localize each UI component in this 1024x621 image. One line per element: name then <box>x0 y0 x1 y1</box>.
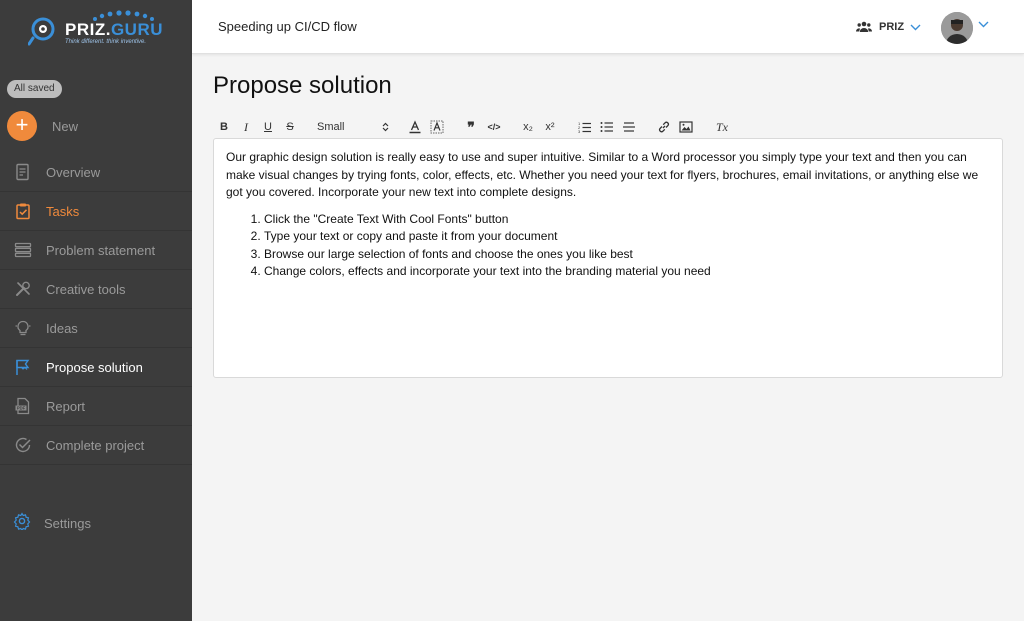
sidebar-item-label: Propose solution <box>46 359 143 375</box>
code-button[interactable]: </> <box>485 117 503 137</box>
sidebar-item-label: Problem statement <box>46 242 156 258</box>
align-center-icon <box>623 122 635 132</box>
svg-text:3: 3 <box>578 129 581 133</box>
lightbulb-icon <box>13 318 33 338</box>
users-icon <box>856 21 872 32</box>
blockquote-button[interactable]: ❞ <box>463 117 479 137</box>
saved-status-badge: All saved <box>7 80 62 98</box>
clipboard-icon <box>13 201 33 221</box>
sidebar-item-propose-solution[interactable]: Propose solution <box>0 348 192 387</box>
sidebar-item-label: Overview <box>46 164 101 180</box>
subscript-button[interactable]: x₂ <box>519 117 537 137</box>
italic-button[interactable]: I <box>239 117 253 137</box>
sidebar-item-settings[interactable]: Settings <box>0 504 192 543</box>
document-icon <box>13 162 33 182</box>
image-icon <box>679 121 693 133</box>
superscript-button[interactable]: x² <box>541 117 559 137</box>
background-color-button[interactable] <box>429 117 445 137</box>
highlight-icon <box>430 120 444 134</box>
list-item: Click the "Create Text With Cool Fonts" … <box>264 211 990 229</box>
sidebar-item-label: Creative tools <box>46 281 126 297</box>
svg-text:PDF: PDF <box>17 406 26 411</box>
link-icon <box>658 121 670 133</box>
check-circle-icon <box>13 435 33 455</box>
text-color-button[interactable] <box>407 117 423 137</box>
text-color-icon <box>409 120 421 134</box>
logo-icon <box>28 17 55 46</box>
sidebar-item-overview[interactable]: Overview <box>0 153 192 192</box>
ordered-list-button[interactable]: 123 <box>577 117 593 137</box>
gear-icon <box>13 512 31 535</box>
plus-icon: + <box>7 111 37 141</box>
logo-tagline: Think different. think inventive. <box>65 39 147 45</box>
top-header: Speeding up CI/CD flow PRIZ <box>192 0 1024 54</box>
editor-paragraph: Our graphic design solution is really ea… <box>226 150 979 199</box>
org-switcher[interactable]: PRIZ <box>856 17 921 37</box>
sidebar-item-ideas[interactable]: Ideas <box>0 309 192 348</box>
logo-wordmark-main: PRIZ. <box>65 20 111 39</box>
editor-ordered-list: Click the "Create Text With Cool Fonts" … <box>264 211 990 281</box>
sidebar-item-creative-tools[interactable]: Creative tools <box>0 270 192 309</box>
underline-button[interactable]: U <box>261 117 275 137</box>
chevron-down-icon[interactable] <box>978 21 989 28</box>
select-arrows-icon <box>382 122 389 132</box>
sidebar-item-report[interactable]: PDF Report <box>0 387 192 426</box>
sidebar-nav: Overview Tasks Problem statement Creativ… <box>0 153 192 465</box>
sidebar-item-label: Report <box>46 398 86 414</box>
bullet-list-button[interactable] <box>599 117 615 137</box>
sidebar-item-label: Complete project <box>46 437 145 453</box>
logo-wordmark-accent: GURU <box>110 20 164 39</box>
priz-logo[interactable]: PRIZ.GURU Think different. think inventi… <box>28 9 173 49</box>
image-button[interactable] <box>678 117 694 137</box>
ordered-list-icon: 123 <box>578 121 591 133</box>
new-label: New <box>52 118 79 134</box>
bold-button[interactable]: B <box>217 117 231 137</box>
bullet-list-icon <box>600 122 613 132</box>
tools-icon <box>13 279 33 299</box>
list-item: Change colors, effects and incorporate y… <box>264 263 990 281</box>
editor-toolbar: B I U S Small ❞ </> x₂ x² 123 Tx <box>213 117 1003 137</box>
page-title: Propose solution <box>213 72 392 99</box>
new-button[interactable]: + New <box>7 111 192 141</box>
sidebar-item-problem-statement[interactable]: Problem statement <box>0 231 192 270</box>
org-name: PRIZ <box>879 21 905 33</box>
chevron-down-icon <box>910 24 921 30</box>
sidebar-item-complete-project[interactable]: Complete project <box>0 426 192 465</box>
sidebar-item-tasks[interactable]: Tasks <box>0 192 192 231</box>
solution-editor[interactable]: Our graphic design solution is really ea… <box>213 138 1003 378</box>
strike-button[interactable]: S <box>283 117 297 137</box>
pdf-icon: PDF <box>13 396 33 416</box>
sidebar: PRIZ.GURU Think different. think inventi… <box>0 0 192 621</box>
list-item: Type your text or copy and paste it from… <box>264 228 990 246</box>
sidebar-item-label: Tasks <box>46 203 80 219</box>
align-button[interactable] <box>621 117 637 137</box>
settings-label: Settings <box>44 516 91 531</box>
font-size-select[interactable]: Small <box>317 117 389 137</box>
layers-icon <box>13 240 33 260</box>
logo-wordmark: PRIZ.GURU <box>65 20 163 40</box>
list-item: Browse our large selection of fonts and … <box>264 246 990 264</box>
sidebar-item-label: Ideas <box>46 320 78 336</box>
link-button[interactable] <box>656 117 672 137</box>
font-size-value: Small <box>317 121 345 133</box>
user-avatar[interactable] <box>941 12 973 44</box>
project-title[interactable]: Speeding up CI/CD flow <box>218 19 357 34</box>
clear-format-button[interactable]: Tx <box>713 117 731 137</box>
flag-icon <box>13 357 33 377</box>
